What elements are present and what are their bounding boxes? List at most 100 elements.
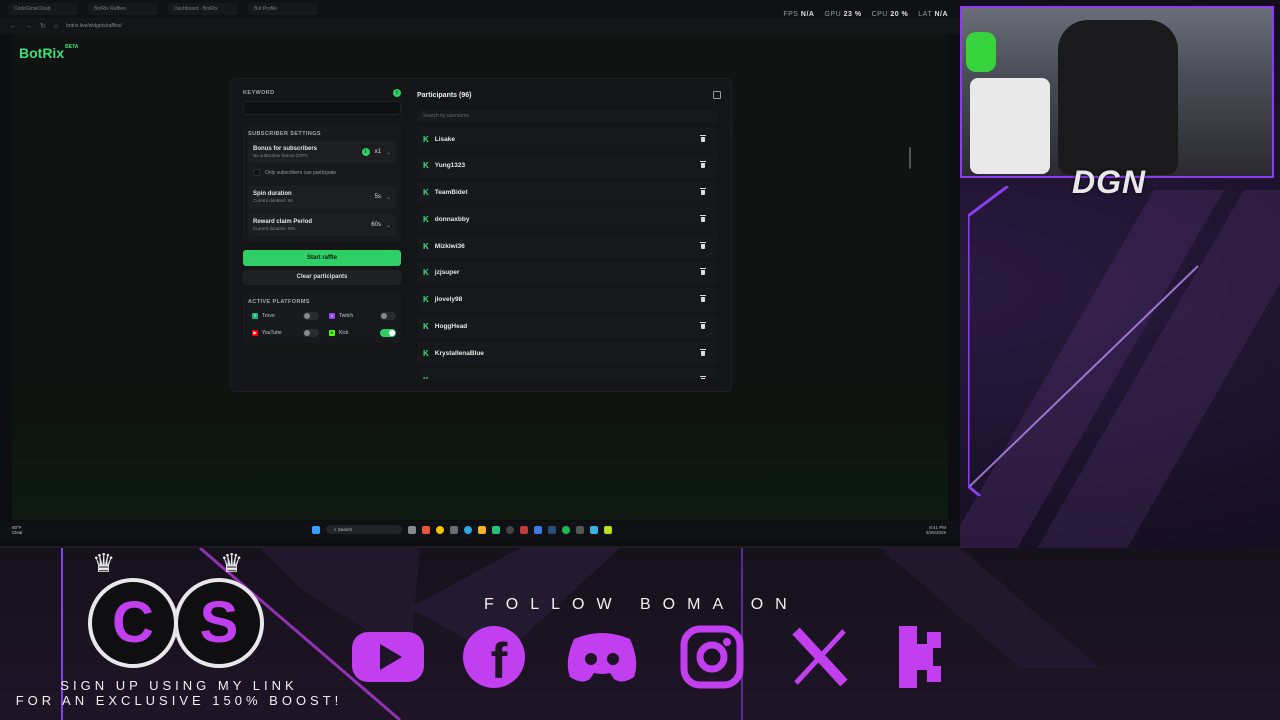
subscriber-settings-label: SUBSCRIBER SETTINGS <box>248 131 321 137</box>
twitch-toggle[interactable] <box>380 312 396 320</box>
trash-icon[interactable] <box>700 188 706 196</box>
participant-name: HoggHead <box>434 323 468 331</box>
browser-window: CodeGlowCloud BotRix Raffles Dashboard ·… <box>0 0 960 548</box>
kick-icon: K <box>329 330 335 336</box>
app-icon[interactable] <box>604 525 612 534</box>
copy-icon[interactable] <box>713 91 721 99</box>
kick-icon: K <box>423 322 429 332</box>
bonus-subtitle: No subscriber bonus (OFF) <box>253 153 308 158</box>
app-icon[interactable] <box>422 525 430 534</box>
trash-icon[interactable] <box>700 322 706 330</box>
trash-icon[interactable] <box>700 348 706 356</box>
participant-row: Kdonnaxbby <box>417 207 717 232</box>
trash-icon[interactable] <box>700 214 706 222</box>
reload-icon[interactable]: ↻ <box>40 22 46 30</box>
raffle-card: KEYWORD i SUBSCRIBER SETTINGS Bonus for … <box>230 78 911 392</box>
home-icon[interactable]: ⌂ <box>54 23 58 30</box>
x-icon[interactable] <box>782 626 858 688</box>
start-icon[interactable] <box>312 525 320 534</box>
address-bar: ← → ↻ ⌂ botrix.live/widgets/raffles/ <box>0 18 960 34</box>
participant-search-input[interactable]: Search by username... <box>417 110 717 122</box>
youtube-icon[interactable] <box>350 626 426 688</box>
kick-icon: K <box>423 214 429 224</box>
kick-icon: K <box>423 268 429 278</box>
chevron-down-icon[interactable]: ⌄ <box>386 222 391 229</box>
reward-period-select[interactable]: 60s <box>371 222 381 228</box>
kick-icon: K <box>423 188 429 198</box>
bonus-multiplier-select[interactable]: x1 <box>375 149 381 155</box>
app-icon[interactable] <box>576 525 584 534</box>
browser-tab[interactable]: Dashboard · BotRix <box>168 3 238 15</box>
trovo-icon: T <box>252 313 258 319</box>
platform-label: Trovo <box>262 313 275 319</box>
follow-title: FOLLOW BOMA ON <box>484 596 799 613</box>
participant-scrollbar[interactable] <box>909 147 911 169</box>
keyword-input[interactable] <box>243 101 401 115</box>
obs-icon[interactable] <box>506 525 514 534</box>
only-subscribers-option[interactable]: Only subscribers can participate <box>248 163 396 182</box>
app-icon[interactable] <box>520 525 528 534</box>
youtube-toggle[interactable] <box>303 329 319 337</box>
participant-name: Yung1323 <box>434 162 466 170</box>
platform-label: Kick <box>339 330 349 336</box>
forward-icon[interactable]: → <box>25 23 32 30</box>
chrome-icon[interactable] <box>436 525 444 534</box>
participants-panel: Participants (96) Search by username... … <box>417 89 911 379</box>
taskbar-search[interactable]: ⌕ Search <box>326 525 402 534</box>
trash-icon[interactable] <box>700 241 706 249</box>
back-icon[interactable]: ← <box>10 23 17 30</box>
clear-participants-button[interactable]: Clear participants <box>243 270 401 285</box>
browser-tab[interactable]: CodeGlowCloud <box>8 3 78 15</box>
instagram-icon[interactable] <box>674 625 750 689</box>
participant-name: Mizkiwi36 <box>434 242 465 250</box>
taskbar-clock[interactable]: 8:41 PM 5/25/2025 <box>926 525 946 535</box>
info-icon[interactable]: i <box>361 148 370 156</box>
crown-icon: ♛ <box>220 548 244 578</box>
info-icon[interactable]: i <box>393 89 401 97</box>
trovo-toggle[interactable] <box>303 312 319 320</box>
app-icon[interactable] <box>590 525 598 534</box>
app-icon[interactable] <box>450 525 458 534</box>
weather-widget[interactable]: 80°F Clear <box>12 525 23 535</box>
start-raffle-button[interactable]: Start raffle <box>243 250 401 266</box>
only-subscribers-checkbox[interactable] <box>253 169 260 176</box>
kick-toggle[interactable] <box>380 329 396 337</box>
spin-duration-select[interactable]: 5s <box>375 194 381 200</box>
trash-icon[interactable] <box>700 161 706 169</box>
kick-icon: K <box>423 348 429 358</box>
url-field[interactable]: botrix.live/widgets/raffles/ <box>66 23 122 29</box>
kick-icon[interactable] <box>890 626 966 688</box>
steam-icon[interactable] <box>548 525 556 534</box>
platform-kick: K Kick <box>329 329 396 337</box>
cam-logo-text: DGN <box>1072 164 1147 200</box>
edge-icon[interactable] <box>464 525 472 534</box>
app-icon[interactable] <box>534 525 542 534</box>
participant-row: K Mizkiwi36 <box>417 234 717 259</box>
spin-duration-setting: Spin duration Current duration: 5s 5s ⌄ <box>248 186 396 208</box>
taskview-icon[interactable] <box>408 525 416 534</box>
botrix-logo[interactable]: BotRixBETA <box>19 44 78 61</box>
trash-icon[interactable] <box>700 134 706 142</box>
app-icon[interactable] <box>492 525 500 534</box>
kick-icon: K <box>423 161 429 171</box>
participant-name: TeamBidet <box>434 189 468 197</box>
stream-footer: ♛ ♛ C S SIGN UP USING MY LINK FOR AN EXC… <box>0 548 1280 720</box>
folder-icon[interactable] <box>478 525 486 534</box>
trash-icon[interactable] <box>700 295 706 303</box>
chevron-down-icon[interactable]: ⌄ <box>386 194 391 201</box>
participants-title: Participants (96) <box>417 91 472 99</box>
spotify-icon[interactable] <box>562 525 570 534</box>
kick-icon: K <box>423 376 429 379</box>
webcam-bag <box>970 78 1050 174</box>
keyword-label: KEYWORD <box>243 90 275 96</box>
chevron-down-icon[interactable]: ⌄ <box>386 149 391 156</box>
trash-icon[interactable] <box>700 375 706 379</box>
trash-icon[interactable] <box>700 268 706 276</box>
facebook-icon[interactable]: f <box>456 626 532 689</box>
participant-row: K Lisake <box>417 127 717 151</box>
webcam-chair <box>1058 20 1178 175</box>
browser-tab[interactable]: Bot Profile <box>248 3 318 15</box>
discord-icon[interactable] <box>564 626 640 688</box>
browser-tab[interactable]: BotRix Raffles <box>88 3 158 15</box>
lat-readout: LAT N/A <box>918 11 948 18</box>
